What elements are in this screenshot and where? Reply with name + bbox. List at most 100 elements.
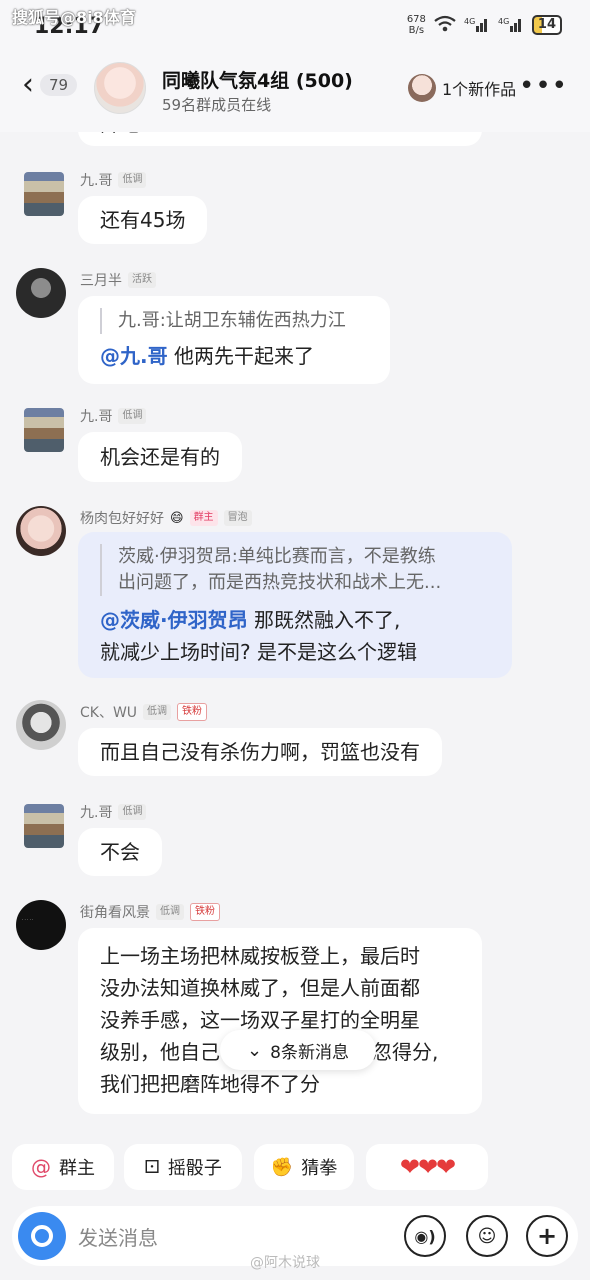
quick-reply-dice[interactable]: ⚀ 摇骰子	[124, 1144, 242, 1190]
battery-icon: 14	[531, 15, 562, 35]
quick-reply-rps[interactable]: ✊ 猜拳	[254, 1144, 354, 1190]
message-bubble[interactable]: 茨威·伊羽贺昂:单纯比赛而言，不是教练 出问题了，而是西热竞技状和战术上无...…	[78, 532, 512, 678]
add-button[interactable]: +	[526, 1215, 568, 1257]
message-bubble[interactable]: 而且自己没有杀伤力啊，罚篮也没有	[78, 728, 442, 776]
message-text: 阵地	[100, 132, 140, 136]
avatar[interactable]	[16, 506, 66, 556]
sender-row: 九.哥 低调	[80, 802, 147, 822]
netspeed: 678 B/s	[407, 14, 426, 36]
level-badge: 低调	[118, 408, 147, 424]
mention-link[interactable]: @茨威·伊羽贺昂	[100, 608, 248, 632]
more-options-icon[interactable]: •••	[519, 73, 568, 99]
sender-name[interactable]: 九.哥	[80, 802, 112, 822]
smiley-icon: ☺	[477, 1225, 497, 1247]
new-messages-button[interactable]: ⌄ 8条新消息	[220, 1030, 376, 1070]
new-work-avatar	[408, 74, 436, 102]
plus-icon: +	[536, 1222, 558, 1250]
message-text: 还有45场	[100, 208, 186, 232]
sender-row: 杨肉包好好好 😄 群主 冒泡	[80, 508, 252, 528]
sender-name[interactable]: 杨肉包好好好	[80, 508, 164, 528]
message-text: 他两先干起来了	[167, 344, 314, 368]
message-bubble[interactable]: 上一场主场把林威按板登上，最后时 没办法知道换林威了，但是人前面都 没养手感，这…	[78, 928, 482, 1114]
back-button[interactable]: ‹ 79	[22, 67, 78, 102]
netspeed-value: 678	[406, 14, 426, 25]
message-text-row: @茨威·伊羽贺昂 那既然融入不了,	[100, 604, 400, 636]
svg-text:4G: 4G	[498, 17, 509, 26]
avatar[interactable]	[24, 172, 64, 216]
hearts-icon: ❤❤❤	[399, 1153, 456, 1181]
dice-icon: ⚀	[144, 1156, 160, 1178]
svg-text:4G: 4G	[464, 17, 475, 26]
message-bubble[interactable]: 九.哥:让胡卫东辅佐西热力江 @九.哥 他两先干起来了	[78, 296, 390, 384]
level-badge: 活跃	[128, 272, 156, 288]
quoted-message[interactable]: 九.哥:让胡卫东辅佐西热力江	[100, 308, 346, 334]
fan-badge: 铁粉	[190, 903, 220, 921]
new-work-button[interactable]: 1个新作品	[408, 74, 516, 102]
chevron-left-icon: ‹	[22, 67, 34, 102]
sender-row: CK、WU 低调 铁粉	[80, 702, 208, 722]
voice-button[interactable]: ◉)	[404, 1215, 446, 1257]
quick-reply-bar: @ 群主 ⚀ 摇骰子 ✊ 猜拳 ❤❤❤	[0, 1144, 590, 1192]
level-badge: 冒泡	[223, 510, 252, 526]
message-text: 那既然融入不了,	[247, 608, 401, 632]
avatar[interactable]: · · · · ·	[16, 900, 66, 950]
group-title[interactable]: 同曦队气氛4组 (500)	[162, 66, 353, 93]
level-badge: 低调	[156, 904, 184, 920]
quote-line: 茨威·伊羽贺昂:单纯比赛而言，不是教练	[118, 546, 436, 567]
avatar[interactable]	[16, 700, 66, 750]
quick-reply-owner[interactable]: @ 群主	[12, 1144, 114, 1190]
quick-reply-hearts[interactable]: ❤❤❤	[366, 1144, 488, 1190]
watermark-top: 搜狐号@8i8体育	[12, 8, 136, 27]
watermark-bottom: @阿木说球	[250, 1255, 320, 1271]
new-work-label: 1个新作品	[442, 80, 517, 99]
sender-name[interactable]: 九.哥	[80, 406, 112, 426]
quoted-message[interactable]: 茨威·伊羽贺昂:单纯比赛而言，不是教练 出问题了，而是西热竞技状和战术上无...	[100, 544, 490, 596]
message-text: 不会	[100, 840, 140, 864]
message-line: 级别，他自己	[100, 1040, 220, 1064]
message-bubble[interactable]: 阵地	[78, 132, 482, 146]
sender-row: 三月半 活跃	[80, 270, 156, 290]
level-badge: 低调	[118, 804, 147, 820]
camera-button[interactable]	[18, 1212, 66, 1260]
chevron-double-down-icon: ⌄	[247, 1039, 263, 1061]
chat-message-list[interactable]: 阵地 九.哥 低调 还有45场 三月半 活跃 九.哥:让胡卫东辅佐西热力江 @九…	[0, 132, 590, 1142]
emoji-icon: 😄	[170, 510, 184, 526]
message-bubble[interactable]: 不会	[78, 828, 162, 876]
sender-name[interactable]: 九.哥	[80, 170, 112, 190]
camera-icon	[31, 1225, 53, 1247]
quick-reply-label: 摇骰子	[167, 1158, 222, 1179]
sender-row: 九.哥 低调	[80, 170, 147, 190]
avatar[interactable]	[16, 268, 66, 318]
emoji-button[interactable]: ☺	[466, 1215, 508, 1257]
netspeed-unit: B/s	[408, 25, 425, 36]
group-avatar[interactable]	[94, 62, 146, 114]
sender-name[interactable]: 街角看风景	[80, 902, 150, 922]
sender-row: 街角看风景 低调 铁粉	[80, 902, 220, 922]
message-line: 没办法知道换林威了，但是人前面都	[100, 976, 420, 1000]
level-badge: 低调	[143, 704, 172, 720]
status-icons: 678 B/s 4G 4G 14	[407, 14, 562, 36]
message-input[interactable]: 发送消息	[78, 1222, 158, 1251]
mention-link[interactable]: @九.哥	[100, 344, 168, 368]
avatar[interactable]	[24, 804, 64, 848]
message-text: 就减少上场时间? 是不是这么个逻辑	[100, 640, 417, 664]
fist-icon: ✊	[270, 1156, 294, 1178]
message-bubble[interactable]: 机会还是有的	[78, 432, 242, 482]
owner-badge: 群主	[189, 510, 218, 526]
sender-name[interactable]: CK、WU	[80, 702, 137, 722]
new-messages-label: 8条新消息	[270, 1042, 349, 1063]
sender-name[interactable]: 三月半	[80, 270, 122, 290]
message-line-tail: 忽得分,	[372, 1040, 439, 1064]
chat-header: ‹ 79 同曦队气氛4组 (500) 59名群成员在线 1个新作品 •••	[0, 48, 590, 132]
unread-count-badge: 79	[40, 74, 78, 96]
message-line: 上一场主场把林威按板登上，最后时	[100, 944, 420, 968]
avatar[interactable]	[24, 408, 64, 452]
message-text: 而且自己没有杀伤力啊，罚篮也没有	[100, 740, 420, 764]
message-text: 机会还是有的	[100, 445, 220, 469]
fan-badge: 铁粉	[177, 703, 208, 721]
message-line: 我们把把磨阵地得不了分	[100, 1072, 320, 1096]
quote-line: 出问题了，而是西热竞技状和战术上无...	[118, 572, 442, 593]
message-bubble[interactable]: 还有45场	[78, 196, 208, 244]
wifi-icon	[434, 15, 456, 36]
signal-4g-icon: 4G	[498, 15, 524, 36]
